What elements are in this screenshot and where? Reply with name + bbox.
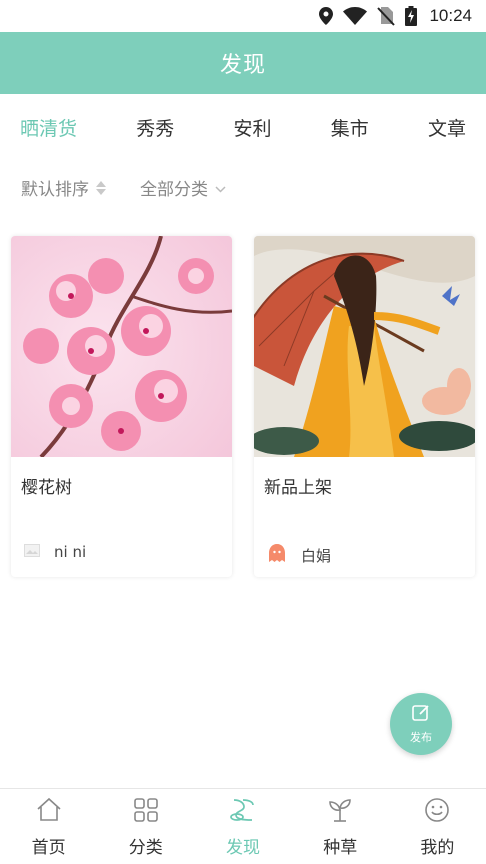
cherry-blossom-photo [11,236,232,457]
status-bar: 10:24 [0,0,486,32]
nav-profile[interactable]: 我的 [389,789,486,864]
discover-icon [229,797,257,827]
sort-filter-label: 默认排序 [21,180,89,200]
nav-home-label: 首页 [31,838,66,858]
nav-discover[interactable]: 发现 [194,789,291,864]
tab-show[interactable]: 秀秀 [136,114,174,141]
status-time: 10:24 [429,6,472,25]
tab-show-haul[interactable]: 晒清货 [20,114,77,141]
nav-profile-label: 我的 [420,838,455,858]
image-placeholder-icon [24,543,40,561]
page-title: 发现 [219,53,266,78]
post-title: 樱花树 [21,478,72,498]
bottom-nav: 首页 分类 发现 种草 我的 [0,788,486,864]
post-author[interactable]: 白娟 [254,517,475,567]
smiley-icon [424,797,450,827]
publish-button[interactable]: 发布 [390,693,452,755]
chevron-down-icon [215,178,226,198]
orange-ghost-avatar [267,543,287,567]
battery-charging-icon [405,6,418,26]
grid-icon [133,797,159,827]
nav-category[interactable]: 分类 [97,789,194,864]
wifi-icon [343,7,368,25]
category-filter[interactable]: 全部分类 [140,175,226,200]
publish-label: 发布 [410,731,432,744]
post-card[interactable]: 新品上架 白娟 [254,236,475,577]
post-author-name: 白娟 [301,546,332,565]
location-icon [319,7,334,25]
sort-arrows-icon [96,180,106,195]
discover-page: 10:24 发现 晒清货 秀秀 安利 集市 文章 默认排序 全部分类 樱花树 n… [0,0,486,864]
category-filter-label: 全部分类 [140,180,208,200]
category-tabs: 晒清货 秀秀 安利 集市 文章 [0,94,486,160]
no-sim-icon [377,6,396,26]
nav-sprout[interactable]: 种草 [292,789,389,864]
home-icon [36,797,62,827]
sort-filter[interactable]: 默认排序 [21,175,106,200]
nav-sprout-label: 种草 [323,838,358,858]
nav-category-label: 分类 [128,838,163,858]
tab-market[interactable]: 集市 [331,114,369,141]
nav-discover-label: 发现 [226,838,260,858]
post-author-name: ni ni [54,543,87,561]
tab-articles[interactable]: 文章 [428,114,466,141]
post-title: 新品上架 [264,478,332,498]
nav-home[interactable]: 首页 [0,789,97,864]
post-card[interactable]: 樱花树 ni ni [11,236,232,577]
tab-recommend[interactable]: 安利 [233,114,271,141]
painted-lady-with-umbrella [254,236,475,457]
post-grid: 樱花树 ni ni 新品上架 白娟 [11,236,475,577]
filter-bar: 默认排序 全部分类 [0,160,486,215]
sprout-icon [327,797,353,827]
title-bar: 发现 [0,32,486,94]
edit-icon [411,703,431,727]
post-author[interactable]: ni ni [11,517,232,561]
